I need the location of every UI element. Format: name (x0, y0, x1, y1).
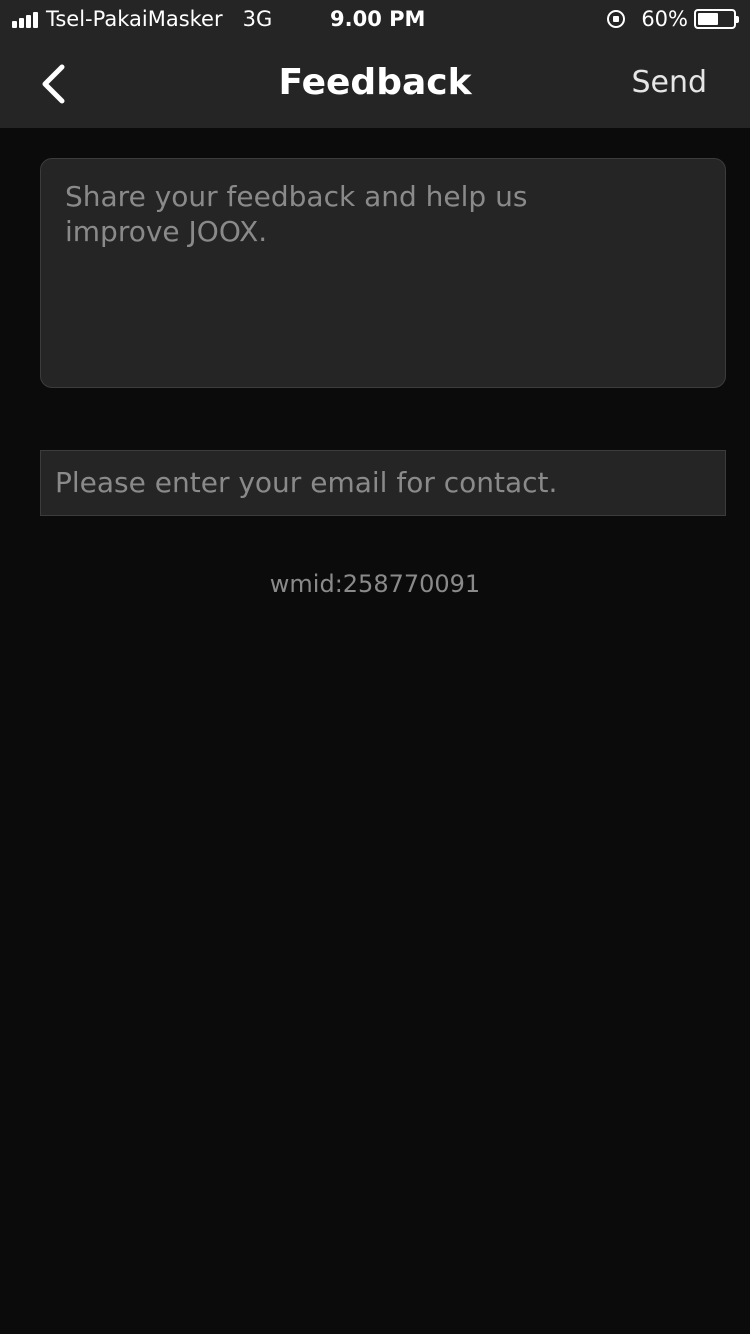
email-field[interactable]: Please enter your email for contact. (40, 450, 726, 516)
network-type: 3G (242, 7, 273, 31)
battery-icon (694, 9, 739, 29)
battery-fill (698, 13, 719, 25)
rotation-lock-icon (607, 10, 626, 28)
carrier-name: Tsel-PakaiMasker (46, 7, 223, 31)
status-left: Tsel-PakaiMasker 3G (12, 7, 300, 31)
battery-percentage: 60% (641, 7, 688, 31)
status-time: 9.00 PM (330, 7, 426, 31)
email-placeholder: Please enter your email for contact. (55, 466, 558, 499)
send-button[interactable]: Send (631, 65, 707, 100)
status-bar: Tsel-PakaiMasker 3G 9.00 PM 60% (0, 0, 750, 40)
feedback-placeholder: Share your feedback and help us improve … (65, 180, 528, 248)
signal-strength-icon (12, 10, 40, 28)
status-right: 60% (607, 7, 739, 31)
wmid-label: wmid:258770091 (269, 570, 481, 598)
feedback-textarea[interactable]: Share your feedback and help us improve … (40, 158, 726, 388)
navigation-bar: Feedback Send (0, 40, 750, 128)
